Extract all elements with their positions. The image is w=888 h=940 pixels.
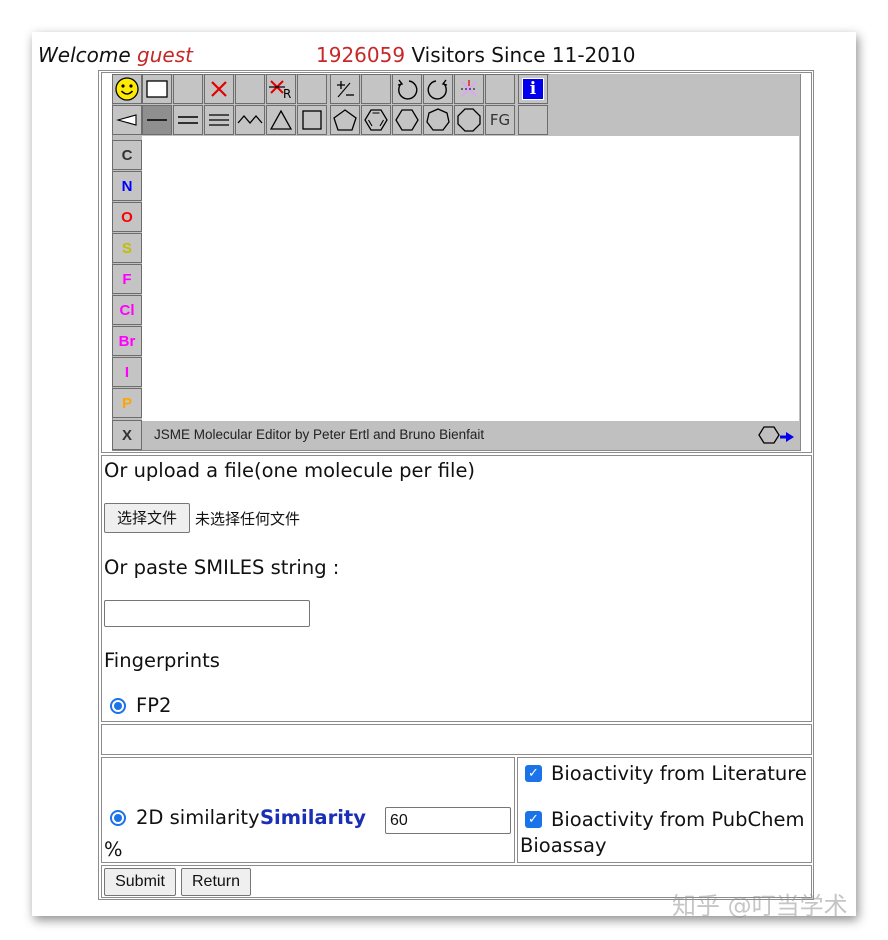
element-o[interactable]: O <box>112 202 142 232</box>
double-bond-icon[interactable] <box>173 105 203 135</box>
element-c[interactable]: C <box>112 140 142 170</box>
visitor-count: 1926059 <box>316 43 406 67</box>
element-i[interactable]: I <box>112 357 142 387</box>
triple-bond-icon[interactable] <box>204 105 234 135</box>
choose-file-button[interactable]: 选择文件 <box>104 503 190 533</box>
heptagon-ring-icon[interactable] <box>423 105 453 135</box>
wedge-bond-icon[interactable] <box>112 105 142 135</box>
similarity-radio[interactable] <box>110 810 126 826</box>
user-name: guest <box>137 43 193 67</box>
input-cell <box>101 455 812 722</box>
watermark: 知乎 @叮当学术 <box>672 892 848 920</box>
jsme-logo-icon[interactable] <box>758 424 796 450</box>
visitor-suffix: Visitors Since 11-2010 <box>411 43 636 67</box>
fp2-label: FP2 <box>136 694 172 717</box>
undo-icon[interactable] <box>392 74 422 104</box>
return-button[interactable]: Return <box>181 868 251 896</box>
welcome-label: Welcome <box>38 43 131 67</box>
clear-icon[interactable] <box>454 74 484 104</box>
pubchem-checkbox[interactable]: ✓ <box>525 811 542 828</box>
jsme-credit: JSME Molecular Editor by Peter Ertl and … <box>154 427 485 442</box>
toolbar-blank-4 <box>361 74 391 104</box>
fp2-radio[interactable] <box>110 698 126 714</box>
smiles-input[interactable] <box>104 600 310 627</box>
square-ring-icon[interactable] <box>297 105 327 135</box>
single-bond-icon[interactable] <box>142 105 172 135</box>
element-s[interactable]: S <box>112 233 142 263</box>
welcome-line: Welcome guest <box>38 42 193 68</box>
pubchem-suffix: Bioassay <box>520 834 607 857</box>
toolbar-blank-1 <box>173 74 203 104</box>
hexagon-ring-icon[interactable] <box>392 105 422 135</box>
info-icon[interactable]: i <box>518 74 548 104</box>
pentagon-ring-icon[interactable] <box>330 105 360 135</box>
pubchem-label: Bioactivity from PubChem <box>551 808 805 831</box>
delete-r-group-icon[interactable]: R <box>266 74 296 104</box>
literature-label: Bioactivity from Literature <box>551 762 807 785</box>
element-cl[interactable]: Cl <box>112 295 142 325</box>
toolbar-filler <box>549 74 800 135</box>
toolbar-blank-3 <box>297 74 327 104</box>
upload-heading: Or upload a file(one molecule per file) <box>104 459 476 482</box>
element-x[interactable]: X <box>112 420 142 450</box>
smiley-icon[interactable] <box>112 74 142 104</box>
no-file-text: 未选择任何文件 <box>195 510 301 528</box>
toolbar-blank-6 <box>518 105 548 135</box>
similarity-option-label: 2D similarity <box>136 806 260 829</box>
redo-icon[interactable] <box>423 74 453 104</box>
element-n[interactable]: N <box>112 171 142 201</box>
element-f[interactable]: F <box>112 264 142 294</box>
similarity-input[interactable]: 60 <box>385 807 511 834</box>
similarity-label: Similarity <box>260 806 366 829</box>
element-p[interactable]: P <box>112 388 142 418</box>
triangle-ring-icon[interactable] <box>266 105 296 135</box>
rectangle-select-icon[interactable] <box>142 74 172 104</box>
visitor-counter: 1926059 Visitors Since 11-2010 <box>316 42 635 68</box>
svg-text:R: R <box>283 87 291 100</box>
fingerprints-label: Fingerprints <box>104 649 220 672</box>
octagon-ring-icon[interactable] <box>454 105 484 135</box>
submit-button[interactable]: Submit <box>104 868 176 896</box>
empty-row <box>101 724 812 755</box>
toolbar-blank-2 <box>235 74 265 104</box>
functional-group-icon[interactable]: FG <box>485 105 515 135</box>
benzene-ring-icon[interactable] <box>361 105 391 135</box>
jsme-status-bar: JSME Molecular Editor by Peter Ertl and … <box>142 421 799 450</box>
toolbar-blank-5 <box>485 74 515 104</box>
element-br[interactable]: Br <box>112 326 142 356</box>
charge-plus-minus-icon[interactable] <box>330 74 360 104</box>
literature-checkbox[interactable]: ✓ <box>525 765 542 782</box>
delete-x-icon[interactable] <box>204 74 234 104</box>
percent-sign: % <box>104 838 123 861</box>
chain-icon[interactable] <box>235 105 265 135</box>
drawing-canvas[interactable] <box>142 136 799 421</box>
info-glyph: i <box>522 78 544 100</box>
smiles-label: Or paste SMILES string : <box>104 556 340 579</box>
